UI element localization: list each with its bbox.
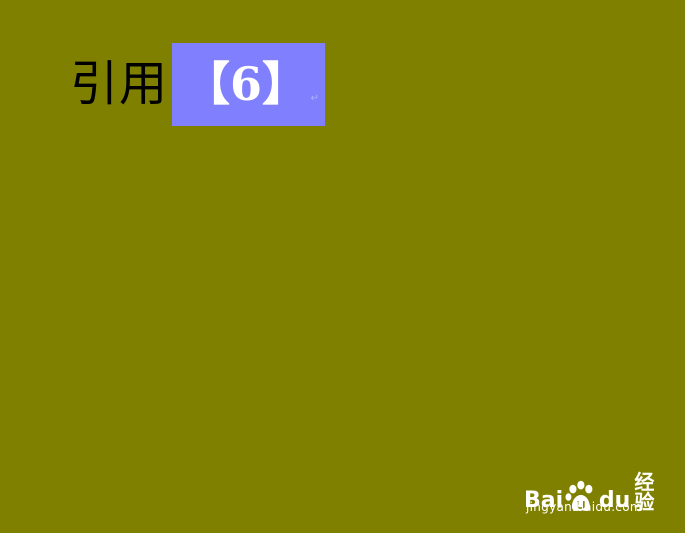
citation-number: 【6】 (184, 57, 309, 111)
selected-text-highlight[interactable]: 【6】 ↵ (172, 42, 326, 126)
watermark-url: jingyan.baidu.com (526, 500, 642, 514)
citation-label: 引用 (70, 56, 169, 112)
baidu-jingyan-watermark: Bai du 经验 jingyan.baidu.com (524, 460, 674, 520)
document-page: 引用 【6】 ↵ Bai du 经验 jingyan.baidu.com (0, 0, 685, 533)
paragraph-mark-icon: ↵ (310, 92, 320, 104)
document-line: 引用 【6】 ↵ (70, 42, 326, 126)
